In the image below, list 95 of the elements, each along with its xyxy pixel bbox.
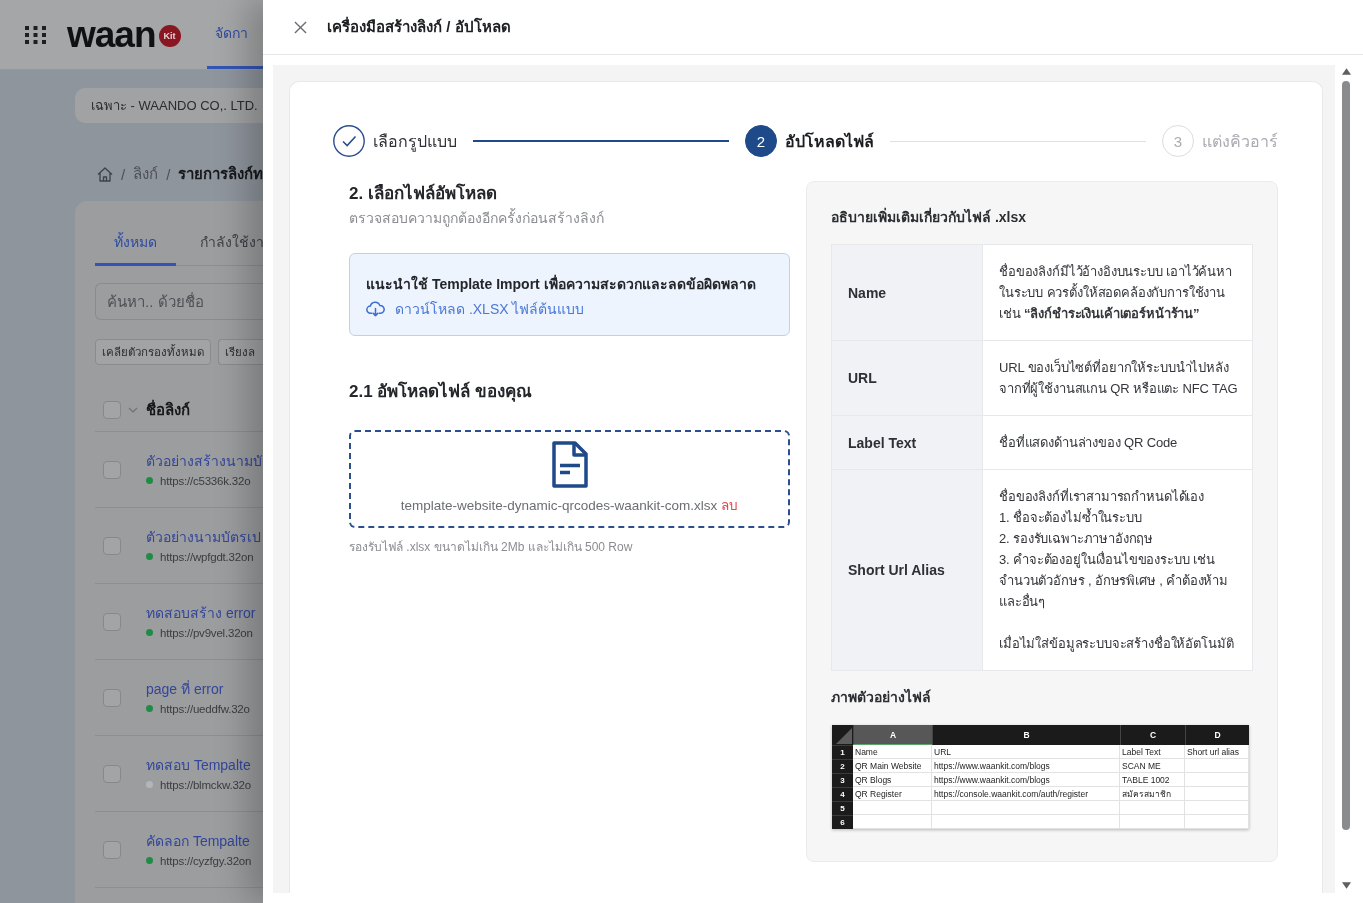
drawer-title: เครื่องมือสร้างลิงก์ / อัปโหลด: [327, 15, 511, 37]
scrollbar-thumb[interactable]: [1342, 81, 1350, 830]
section-title: 2. เลือกไฟล์อัพโหลด: [349, 182, 498, 205]
empty-cell: [1185, 815, 1249, 829]
breadcrumb-current: รายการลิงก์ท: [178, 164, 263, 184]
document-icon: [550, 441, 589, 489]
step-label: อัปโหลดไฟล์: [785, 131, 874, 152]
apps-grid-icon[interactable]: [25, 25, 46, 44]
breadcrumb-separator: /: [166, 165, 171, 183]
step-label: เลือกรูปแบบ: [373, 131, 457, 154]
link-url: https://ueddfw.32o: [160, 702, 250, 715]
link-url: https://blmckw.32o: [160, 778, 251, 791]
chevron-down-icon[interactable]: [128, 407, 138, 413]
checkbox[interactable]: [103, 764, 121, 783]
scroll-down-icon[interactable]: [1341, 882, 1351, 889]
sheet-cell: QR Register: [853, 787, 932, 801]
row-number: 1: [832, 745, 853, 759]
sheet-cell: Name: [853, 745, 932, 759]
field-description: ชื่อของลิงก์ที่เราสามารถกำหนดได้เอง 1. ชื่อจะต้องไม่ซ้ำในระบบ 2. รองรับเฉพาะภาษาอังกฤษ 3. คำจะต้องอยู่ในเงื่อนไขของระบบ เช่น จำนวนตัวอักษร , อักษรพิเศษ , คำต้องห้าม และอื่นๆ เมื่อไม่ใส่ข้อมูลระบบจะสร้างชื่อให้อัตโนมัติ: [982, 470, 1252, 670]
field-name: Label Text: [832, 416, 982, 470]
checkbox[interactable]: [103, 536, 121, 555]
sheet-cell: QR Main Website: [853, 759, 932, 773]
empty-cell: [1120, 815, 1185, 829]
field-name: Name: [832, 245, 982, 341]
row-number: 4: [832, 787, 853, 801]
download-link[interactable]: ดาวน์โหลด .XLSX ไฟล์ต้นแบบ: [366, 299, 773, 319]
remove-link[interactable]: ลบ: [721, 497, 739, 515]
logo-wordmark: waan: [67, 14, 156, 55]
home-icon[interactable]: [97, 166, 113, 182]
field-name: URL: [832, 341, 982, 416]
section-title: 2.1 อัพโหลดไฟล์ ของคุณ: [349, 380, 534, 404]
checkbox[interactable]: [103, 401, 121, 419]
empty-cell: [1120, 801, 1185, 815]
filter-button[interactable]: เคลียตัวกรองทั้งหมด: [95, 339, 211, 365]
help-title: อธิบายเพิ่มเติมเกี่ยวกับไฟล์ .xlsx: [831, 206, 1028, 227]
column-letter: A: [853, 725, 932, 745]
upload-hint: รองรับไฟล์ .xlsx ขนาดไม่เกิน 2Mb และไม่เกิน 500 Row: [349, 539, 634, 555]
sheet-cell: SCAN ME: [1120, 759, 1185, 773]
row-number: 3: [832, 773, 853, 787]
field-name: Short Url Alias: [832, 470, 982, 670]
field-description: URL ของเว็บไซต์ที่อยากให้ระบบนำไปหลังจากที่ผู้ใช้งานสแกน QR หรือแตะ NFC TAG: [982, 341, 1252, 416]
link-title[interactable]: ตัวอย่างนามบัตรเป: [146, 525, 261, 548]
cloud-download-icon: [366, 301, 385, 317]
sheet-cell: QR Blogs: [853, 773, 932, 787]
sheet-cell: Label Text: [1120, 745, 1185, 759]
column-header: ชื่อลิงก์: [146, 398, 190, 420]
sheet-cell: สมัครสมาชิก: [1120, 787, 1185, 801]
checkbox[interactable]: [103, 612, 121, 631]
upload-dropzone[interactable]: template-website-dynamic-qrcodes-waankit-com.xlsx ลบ: [349, 430, 790, 528]
row-number: 2: [832, 759, 853, 773]
link-url: https://wpfgdt.32on: [160, 550, 254, 563]
link-title[interactable]: คัดลอก Tempalte: [146, 829, 252, 852]
checkbox[interactable]: [103, 840, 121, 859]
sheet-cell: TABLE 1002: [1120, 773, 1185, 787]
empty-cell: [1185, 759, 1249, 773]
link-url: https://pv9vel.32on: [160, 626, 253, 639]
field-description: ชื่อของลิงก์มีไว้อ้างอิงบนระบบ เอาไว้ค้นหาในระบบ ควรตั้งให้สอดคล้องกับการใช้งาน เช่น “ลิงก์ชำระเงินเค้าเตอร์หน้าร้าน”: [982, 245, 1252, 341]
file-name: template-website-dynamic-qrcodes-waankit-com.xlsx: [400, 497, 718, 515]
link-title[interactable]: ตัวอย่างสร้างนามบั: [146, 449, 262, 472]
sheet-cell: https://www.waankit.com/blogs: [932, 759, 1120, 773]
filter-tab[interactable]: กำลังใช้งา: [184, 221, 263, 266]
breadcrumb-link[interactable]: ลิงก์: [133, 162, 159, 186]
empty-cell: [1185, 773, 1249, 787]
column-letter: B: [932, 725, 1120, 745]
sheet-cell: Short url alias: [1185, 745, 1249, 759]
row-number: 6: [832, 815, 853, 829]
empty-cell: [1185, 787, 1249, 801]
sheet-cell: https://www.waankit.com/blogs: [932, 773, 1120, 787]
company-selector[interactable]: เฉพาะ - WAANDO CO,. LTD.: [75, 88, 263, 123]
step-number: 2: [745, 125, 777, 157]
column-letter: D: [1185, 725, 1249, 745]
logo-badge: Kit: [158, 24, 181, 47]
row-number: 5: [832, 801, 853, 815]
link-title[interactable]: ทดสอบ Tempalte: [146, 753, 251, 776]
close-icon[interactable]: [294, 20, 307, 34]
empty-cell: [1185, 801, 1249, 815]
filter-button[interactable]: เรียงล: [218, 339, 263, 365]
link-url: https://cyzfgy.32on: [160, 854, 252, 867]
filter-tab[interactable]: ทั้งหมด: [95, 221, 176, 266]
example-title: ภาพตัวอย่างไฟล์: [831, 688, 932, 707]
checkbox[interactable]: [103, 460, 121, 479]
breadcrumb-separator: /: [121, 165, 126, 183]
link-url: https://c5336k.32o: [160, 474, 251, 487]
scroll-up-icon[interactable]: [1341, 68, 1351, 75]
column-letter: C: [1120, 725, 1185, 745]
field-description: ชื่อที่แสดงด้านล่างของ QR Code: [982, 416, 1252, 470]
sheet-cell: https://console.waankit.com/auth/register: [932, 787, 1120, 801]
link-title[interactable]: page ที่ error: [146, 677, 250, 700]
section-subtitle: ตรวจสอบความถูกต้องอีกครั้งก่อนสร้างลิงก์: [349, 208, 605, 228]
search-field[interactable]: ค้นหา.. ด้วยชื่อ: [95, 283, 263, 320]
checkbox[interactable]: [103, 688, 121, 707]
notice-text: แนะนำใช้ Template Import เพื่อความสะดวกและลดข้อผิดพลาด: [366, 273, 757, 294]
link-title[interactable]: ทดสอบสร้าง error: [146, 601, 256, 624]
sheet-cell: URL: [932, 745, 1120, 759]
step-label: แต่งคิวอาร์: [1202, 131, 1278, 152]
